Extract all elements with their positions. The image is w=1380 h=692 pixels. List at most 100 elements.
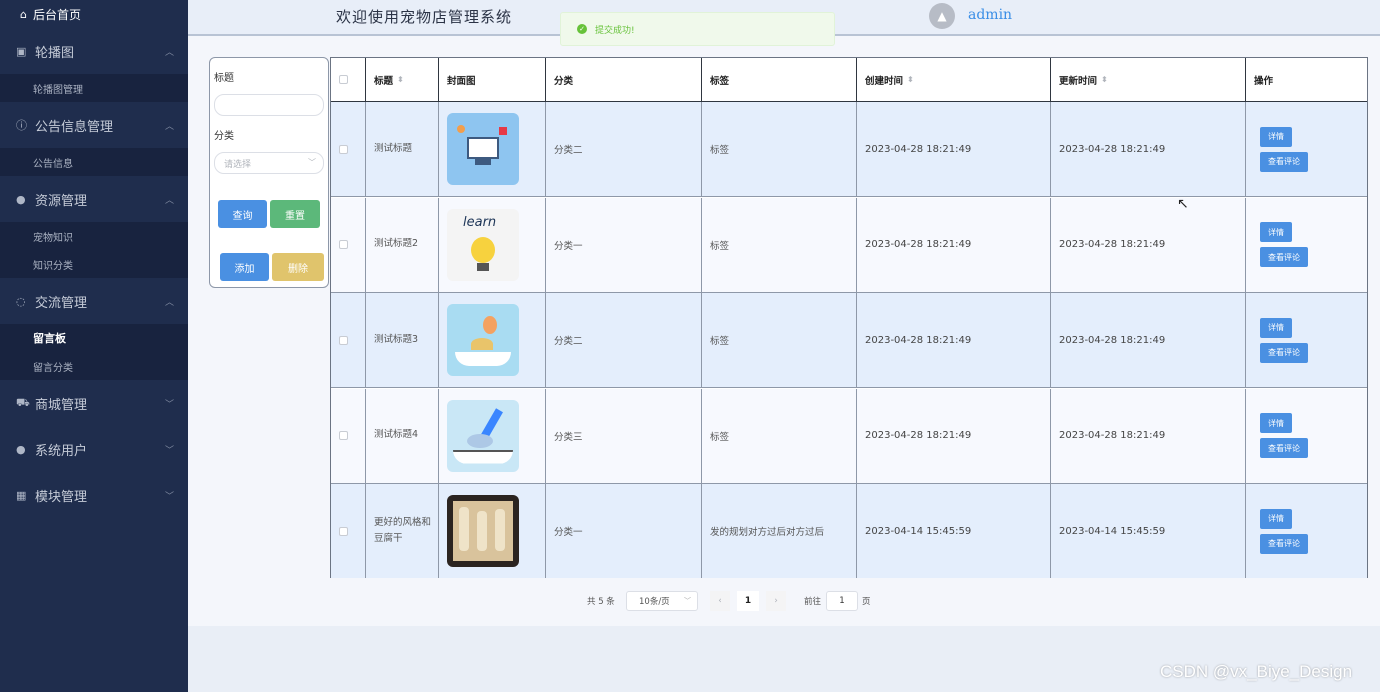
info-icon: ⓘ bbox=[16, 119, 27, 132]
cover-image[interactable] bbox=[447, 495, 519, 567]
row-updated: 2023-04-28 18:21:49 bbox=[1059, 239, 1166, 250]
cover-image[interactable] bbox=[447, 399, 519, 472]
mouse-cursor-icon: ↖ bbox=[1177, 196, 1189, 212]
cover-image[interactable] bbox=[447, 113, 519, 185]
cell-category: 分类二 bbox=[546, 102, 702, 196]
query-button[interactable]: 查询 bbox=[218, 200, 267, 228]
menu-carousel-label: 轮播图 bbox=[35, 45, 75, 61]
cell-cover bbox=[439, 293, 546, 387]
footer-area bbox=[188, 626, 1380, 692]
cart-icon: ⛟ bbox=[16, 395, 30, 409]
cell-title: 测试标题3 bbox=[366, 293, 439, 387]
delete-button[interactable]: 删除 bbox=[272, 253, 324, 281]
sidebar-home[interactable]: ⌂ 后台首页 bbox=[0, 0, 188, 28]
row-updated: 2023-04-28 18:21:49 bbox=[1059, 430, 1166, 441]
prev-page-button[interactable]: ‹ bbox=[710, 591, 730, 611]
submenu-message-board[interactable]: 留言板 bbox=[0, 324, 188, 352]
cell-tag: 标签 bbox=[702, 197, 857, 292]
view-comments-button[interactable]: 查看评论 bbox=[1260, 342, 1308, 363]
row-created: 2023-04-28 18:21:49 bbox=[865, 430, 972, 441]
menu-notice-label: 公告信息管理 bbox=[35, 119, 114, 135]
username[interactable]: admin bbox=[968, 7, 1012, 23]
cell-title: 测试标题4 bbox=[366, 388, 439, 483]
checkbox[interactable] bbox=[339, 240, 348, 249]
view-comments-button[interactable]: 查看评论 bbox=[1260, 438, 1308, 458]
header-tag-label: 标签 bbox=[710, 75, 730, 87]
row-tag: 标签 bbox=[710, 431, 730, 443]
sort-icon[interactable]: ⬍ bbox=[907, 75, 914, 84]
row-created: 2023-04-28 18:21:49 bbox=[865, 239, 972, 250]
category-select[interactable]: 请选择 ﹀ bbox=[214, 152, 324, 174]
header-actions-label: 操作 bbox=[1254, 75, 1274, 87]
title-input[interactable] bbox=[214, 94, 324, 116]
page-unit-label: 页 bbox=[862, 597, 871, 607]
cell-cover bbox=[439, 102, 546, 196]
row-title: 测试标题4 bbox=[374, 429, 419, 441]
menu-notice[interactable]: ⓘ 公告信息管理 ︿ bbox=[0, 102, 188, 148]
add-button[interactable]: 添加 bbox=[220, 253, 269, 281]
submenu-notice-info[interactable]: 公告信息 bbox=[0, 148, 188, 176]
header-select-all[interactable] bbox=[331, 58, 366, 101]
view-comments-button[interactable]: 查看评论 bbox=[1260, 151, 1308, 172]
cell-created: 2023-04-28 18:21:49 bbox=[857, 197, 1051, 292]
sidebar-home-label: 后台首页 bbox=[32, 7, 81, 22]
menu-modules[interactable]: ▦ 模块管理 ﹀ bbox=[0, 472, 188, 518]
filter-panel: 标题 分类 请选择 ﹀ 查询 重置 添加 删除 bbox=[209, 57, 329, 288]
header-actions: 操作 bbox=[1246, 58, 1367, 101]
next-page-button[interactable]: › bbox=[766, 591, 786, 611]
detail-button[interactable]: 详情 bbox=[1260, 508, 1292, 529]
cell-tag: 标签 bbox=[702, 388, 857, 483]
check-circle-icon: ✓ bbox=[577, 24, 587, 34]
checkbox[interactable] bbox=[339, 335, 348, 345]
header-updated[interactable]: 更新时间 ⬍ bbox=[1051, 58, 1246, 101]
cell-select bbox=[331, 484, 366, 578]
image-icon: ▣ bbox=[16, 44, 27, 58]
row-updated: 2023-04-14 15:45:59 bbox=[1059, 525, 1166, 537]
category-filter-label: 分类 bbox=[214, 131, 234, 142]
sort-icon[interactable]: ⬍ bbox=[397, 75, 404, 84]
cover-image[interactable]: learn bbox=[447, 208, 519, 281]
chevron-down-icon: ﹀ bbox=[164, 445, 174, 456]
header-cover: 封面图 bbox=[439, 58, 546, 101]
cover-image[interactable] bbox=[447, 304, 519, 376]
detail-button[interactable]: 详情 bbox=[1260, 317, 1292, 338]
submenu-carousel-manage[interactable]: 轮播图管理 bbox=[0, 74, 188, 102]
checkbox[interactable] bbox=[339, 144, 348, 154]
watermark: CSDN @vx_Biye_Design bbox=[1160, 662, 1353, 681]
submenu-pet-knowledge[interactable]: 宠物知识 bbox=[0, 222, 188, 250]
cell-select bbox=[331, 197, 366, 292]
detail-button[interactable]: 详情 bbox=[1260, 126, 1292, 147]
cell-cover bbox=[439, 484, 546, 578]
goto-label: 前往 bbox=[804, 597, 822, 607]
checkbox[interactable] bbox=[339, 75, 348, 84]
cell-created: 2023-04-14 15:45:59 bbox=[857, 484, 1051, 578]
detail-button[interactable]: 详情 bbox=[1260, 222, 1292, 242]
cell-category: 分类一 bbox=[546, 197, 702, 292]
goto-page-input[interactable]: 1 bbox=[826, 591, 858, 611]
cell-updated: 2023-04-28 18:21:49 bbox=[1051, 293, 1246, 387]
menu-exchange-label: 交流管理 bbox=[35, 295, 88, 311]
header-title[interactable]: 标题 ⬍ bbox=[366, 58, 439, 101]
menu-resource[interactable]: ● 资源管理 ︿ bbox=[0, 176, 188, 222]
reset-button[interactable]: 重置 bbox=[270, 200, 320, 228]
menu-shop[interactable]: ⛟ 商城管理 ﹀ bbox=[0, 380, 188, 426]
submenu-knowledge-category[interactable]: 知识分类 bbox=[0, 250, 188, 278]
menu-carousel[interactable]: ▣ 轮播图 ︿ bbox=[0, 28, 188, 74]
current-page[interactable]: 1 bbox=[737, 591, 759, 611]
menu-exchange[interactable]: ◌ 交流管理 ︿ bbox=[0, 278, 188, 324]
row-title: 测试标题3 bbox=[374, 333, 419, 345]
menu-users[interactable]: ● 系统用户 ﹀ bbox=[0, 426, 188, 472]
row-tag: 发的规划对方过后对方过后 bbox=[710, 527, 825, 538]
view-comments-button[interactable]: 查看评论 bbox=[1260, 247, 1308, 267]
sort-icon[interactable]: ⬍ bbox=[1101, 75, 1108, 84]
submenu-message-category[interactable]: 留言分类 bbox=[0, 352, 188, 380]
page-size-select[interactable]: 10条/页 ﹀ bbox=[626, 591, 698, 611]
view-comments-button[interactable]: 查看评论 bbox=[1260, 533, 1308, 554]
header-created[interactable]: 创建时间 ⬍ bbox=[857, 58, 1051, 101]
detail-button[interactable]: 详情 bbox=[1260, 413, 1292, 433]
avatar[interactable]: ▲ bbox=[929, 3, 955, 29]
cell-category: 分类二 bbox=[546, 293, 702, 387]
checkbox[interactable] bbox=[339, 526, 348, 536]
checkbox[interactable] bbox=[339, 431, 348, 440]
header-category: 分类 bbox=[546, 58, 702, 101]
